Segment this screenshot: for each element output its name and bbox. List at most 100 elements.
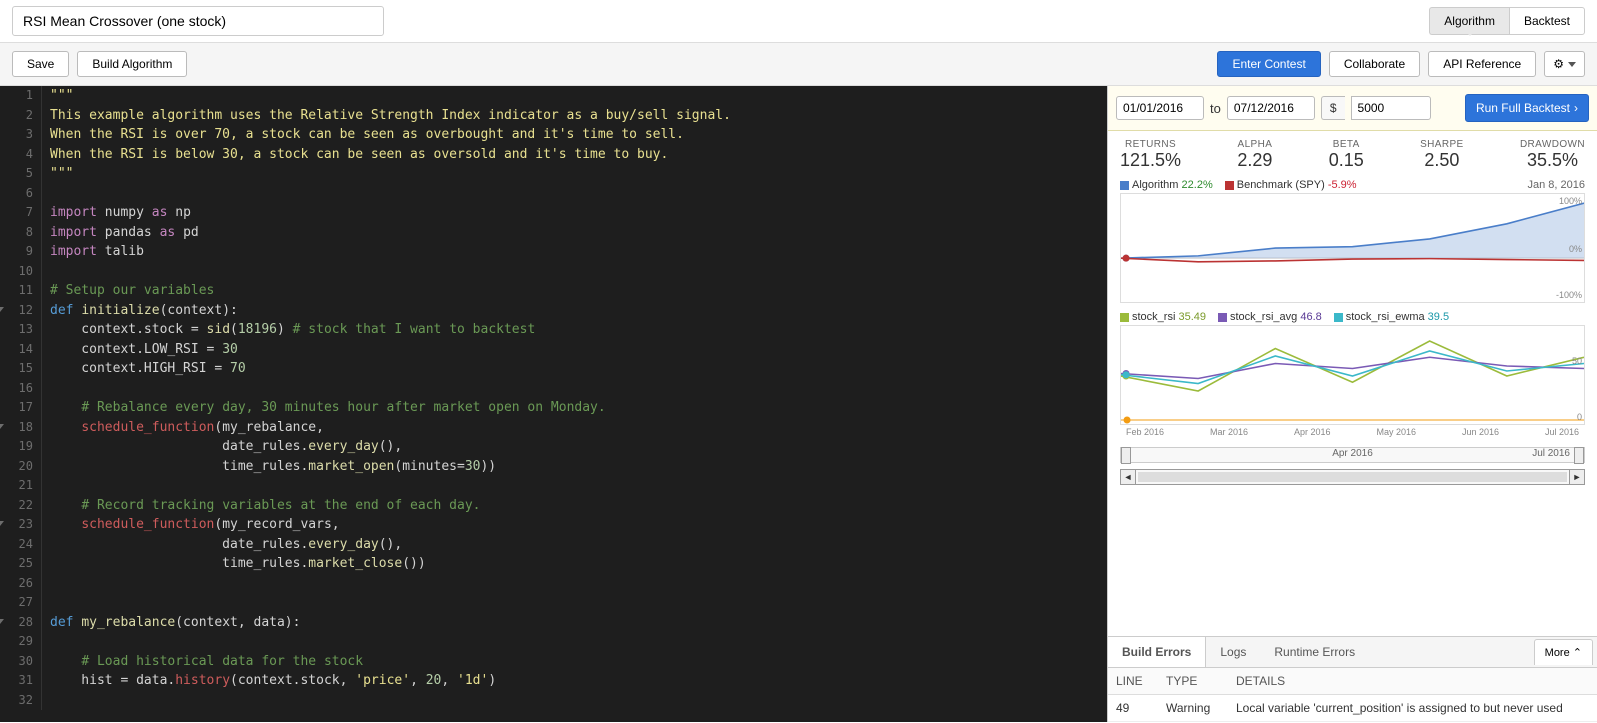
code-line[interactable]: # Load historical data for the stock: [50, 652, 1107, 672]
drawdown-label: DRAWDOWN: [1520, 139, 1585, 150]
code-line[interactable]: [50, 476, 1107, 496]
code-line[interactable]: [50, 574, 1107, 594]
scroll-left-button[interactable]: ◄: [1120, 469, 1136, 485]
legend-rsi: stock_rsi: [1132, 311, 1175, 323]
legend-rsi-ewma: stock_rsi_ewma: [1346, 311, 1425, 323]
more-button[interactable]: More ⌃: [1534, 639, 1593, 665]
algorithm-title-input[interactable]: [12, 6, 384, 36]
rsi-chart[interactable]: 50 0: [1120, 325, 1585, 425]
code-line[interactable]: date_rules.every_day(),: [50, 437, 1107, 457]
code-line[interactable]: [50, 632, 1107, 652]
tab-backtest[interactable]: Backtest: [1509, 7, 1585, 35]
sharpe-label: SHARPE: [1420, 139, 1464, 150]
fold-triangle-icon[interactable]: [0, 521, 4, 526]
settings-dropdown[interactable]: ⚙: [1544, 51, 1585, 77]
code-line[interactable]: import numpy as np: [50, 203, 1107, 223]
error-cell-details: Local variable 'current_position' is ass…: [1228, 695, 1597, 722]
square-icon: [1218, 313, 1227, 322]
fold-triangle-icon[interactable]: [0, 307, 4, 312]
code-line[interactable]: context.stock = sid(18196) # stock that …: [50, 320, 1107, 340]
line-number: 32: [0, 691, 33, 711]
code-line[interactable]: def my_rebalance(context, data):: [50, 613, 1107, 633]
legend-benchmark: Benchmark (SPY): [1237, 179, 1325, 191]
code-line[interactable]: # Record tracking variables at the end o…: [50, 496, 1107, 516]
save-button[interactable]: Save: [12, 51, 69, 77]
code-line[interactable]: context.LOW_RSI = 30: [50, 340, 1107, 360]
code-line[interactable]: # Setup our variables: [50, 281, 1107, 301]
api-reference-button[interactable]: API Reference: [1428, 51, 1536, 77]
scroll-track[interactable]: [1136, 469, 1569, 485]
to-label: to: [1210, 101, 1221, 116]
caret-down-icon: [1568, 62, 1576, 67]
line-number: 10: [0, 262, 33, 282]
line-number: 2: [0, 106, 33, 126]
line-number: 14: [0, 340, 33, 360]
line-number: 11: [0, 281, 33, 301]
line-number: 16: [0, 379, 33, 399]
code-line[interactable]: [50, 262, 1107, 282]
tab-runtime-errors[interactable]: Runtime Errors: [1260, 637, 1369, 667]
time-range-slider[interactable]: Apr 2016 Jul 2016: [1120, 447, 1585, 463]
enter-contest-button[interactable]: Enter Contest: [1217, 51, 1320, 77]
code-line[interactable]: import pandas as pd: [50, 223, 1107, 243]
line-number: 1: [0, 86, 33, 106]
gear-icon: ⚙: [1553, 57, 1564, 71]
tab-algorithm[interactable]: Algorithm: [1429, 7, 1509, 35]
tab-logs[interactable]: Logs: [1206, 637, 1260, 667]
line-number: 29: [0, 632, 33, 652]
code-line[interactable]: [50, 184, 1107, 204]
code-line[interactable]: """: [50, 86, 1107, 106]
error-cell-type: Warning: [1158, 695, 1228, 722]
code-line[interactable]: When the RSI is below 30, a stock can be…: [50, 145, 1107, 165]
date-to-input[interactable]: [1227, 96, 1315, 120]
error-row[interactable]: 49WarningLocal variable 'current_positio…: [1108, 695, 1597, 722]
x-tick-label: May 2016: [1376, 427, 1416, 437]
x-tick-label: Jun 2016: [1462, 427, 1499, 437]
code-line[interactable]: # Rebalance every day, 30 minutes hour a…: [50, 398, 1107, 418]
line-number: 23: [0, 515, 33, 535]
sharpe-value: 2.50: [1420, 150, 1464, 171]
date-from-input[interactable]: [1116, 96, 1204, 120]
code-line[interactable]: When the RSI is over 70, a stock can be …: [50, 125, 1107, 145]
chevron-up-icon: ⌃: [1573, 647, 1582, 659]
code-line[interactable]: context.HIGH_RSI = 70: [50, 359, 1107, 379]
code-line[interactable]: time_rules.market_close()): [50, 554, 1107, 574]
code-line[interactable]: import talib: [50, 242, 1107, 262]
capital-input[interactable]: [1351, 96, 1431, 120]
returns-chart[interactable]: 100% 0% -100%: [1120, 193, 1585, 303]
code-line[interactable]: """: [50, 164, 1107, 184]
scroll-thumb[interactable]: [1138, 472, 1567, 482]
build-algorithm-button[interactable]: Build Algorithm: [77, 51, 187, 77]
code-line[interactable]: def initialize(context):: [50, 301, 1107, 321]
code-line[interactable]: [50, 691, 1107, 711]
code-line[interactable]: This example algorithm uses the Relative…: [50, 106, 1107, 126]
returns-value: 121.5%: [1120, 150, 1181, 171]
beta-value: 0.15: [1329, 150, 1364, 171]
line-number: 9: [0, 242, 33, 262]
errors-table: LINE TYPE DETAILS 49WarningLocal variabl…: [1108, 668, 1597, 722]
collaborate-button[interactable]: Collaborate: [1329, 51, 1420, 77]
tab-build-errors[interactable]: Build Errors: [1108, 637, 1206, 667]
drawdown-value: 35.5%: [1520, 150, 1585, 171]
x-tick-label: Jul 2016: [1545, 427, 1579, 437]
code-line[interactable]: hist = data.history(context.stock, 'pric…: [50, 671, 1107, 691]
run-full-backtest-button[interactable]: Run Full Backtest›: [1465, 94, 1589, 122]
line-number: 5: [0, 164, 33, 184]
fold-triangle-icon[interactable]: [0, 424, 4, 429]
line-number: 17: [0, 398, 33, 418]
code-line[interactable]: schedule_function(my_rebalance,: [50, 418, 1107, 438]
line-number: 7: [0, 203, 33, 223]
code-line[interactable]: date_rules.every_day(),: [50, 535, 1107, 555]
square-icon: [1225, 181, 1234, 190]
currency-label: $: [1321, 96, 1345, 120]
fold-triangle-icon[interactable]: [0, 619, 4, 624]
code-line[interactable]: schedule_function(my_record_vars,: [50, 515, 1107, 535]
code-line[interactable]: time_rules.market_open(minutes=30)): [50, 457, 1107, 477]
slider-handle-right[interactable]: [1574, 447, 1584, 464]
code-editor[interactable]: 1234567891011121314151617181920212223242…: [0, 86, 1107, 722]
scroll-right-button[interactable]: ►: [1569, 469, 1585, 485]
square-icon: [1120, 313, 1129, 322]
y-axis-label: 50: [1572, 356, 1582, 366]
code-line[interactable]: [50, 379, 1107, 399]
code-line[interactable]: [50, 593, 1107, 613]
